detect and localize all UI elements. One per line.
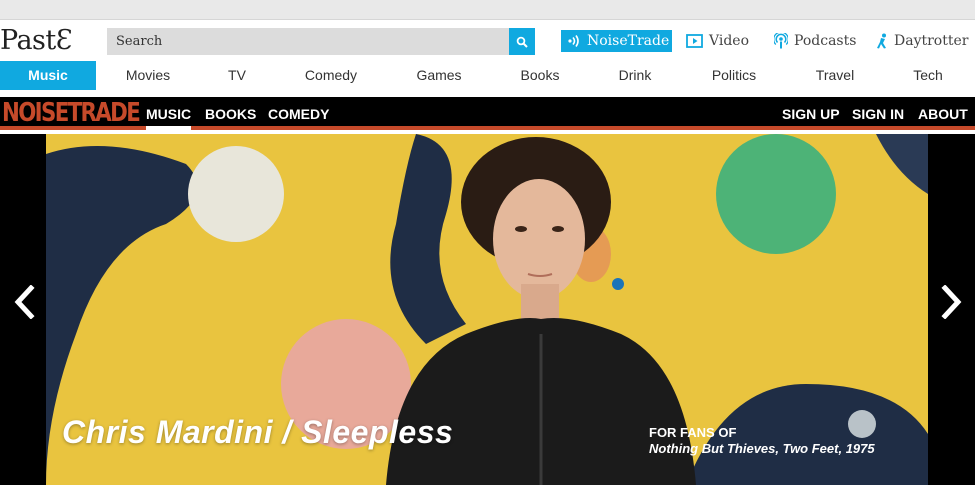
nav-item-music[interactable]: Music: [0, 61, 96, 90]
podcasts-link[interactable]: Podcasts: [774, 30, 856, 52]
about-link[interactable]: ABOUT: [918, 97, 968, 130]
nt-tab-music[interactable]: MUSIC: [146, 97, 192, 130]
nav-item-books[interactable]: Books: [510, 61, 570, 90]
podcasts-label: Podcasts: [794, 33, 857, 49]
daytrotter-icon: [876, 33, 888, 49]
fans-label: FOR FANS OF: [649, 425, 737, 440]
noisetrade-link[interactable]: NoiseTrade: [561, 30, 672, 52]
search-button[interactable]: [509, 28, 535, 55]
noisetrade-bar: NOISETRADE MUSIC BOOKS COMEDY SIGN UP SI…: [0, 97, 975, 130]
browser-chrome-strip: [0, 0, 975, 20]
paste-logo[interactable]: PastƐ: [0, 25, 73, 56]
nav-item-politics[interactable]: Politics: [700, 61, 768, 90]
noisetrade-label: NoiseTrade: [587, 33, 670, 49]
nav-item-comedy[interactable]: Comedy: [296, 61, 366, 90]
nav-item-tv[interactable]: TV: [214, 61, 260, 90]
carousel-next-button[interactable]: [938, 282, 964, 322]
main-nav: Music Movies TV Comedy Games Books Drink…: [0, 61, 975, 90]
nav-item-drink[interactable]: Drink: [608, 61, 662, 90]
nav-item-games[interactable]: Games: [405, 61, 473, 90]
site-header: PastƐ Search NoiseTrade Video Podcasts D…: [0, 20, 975, 60]
carousel-prev-button[interactable]: [12, 282, 38, 322]
hero-title[interactable]: Chris Mardini / Sleepless: [62, 414, 453, 451]
video-icon: [686, 34, 703, 48]
sign-up-link[interactable]: SIGN UP: [782, 97, 840, 130]
sign-in-link[interactable]: SIGN IN: [852, 97, 904, 130]
nav-item-movies[interactable]: Movies: [113, 61, 183, 90]
chevron-right-icon: [941, 285, 962, 319]
video-label: Video: [709, 33, 750, 49]
noisetrade-logo[interactable]: NOISETRADE: [2, 98, 141, 128]
hero-carousel: Chris Mardini / Sleepless FOR FANS OF No…: [0, 134, 975, 485]
search-icon: [516, 36, 528, 48]
fans-value: Nothing But Thieves, Two Feet, 1975: [649, 441, 875, 456]
daytrotter-link[interactable]: Daytrotter: [876, 30, 968, 52]
noisetrade-icon: [567, 34, 581, 48]
nav-item-tech[interactable]: Tech: [905, 61, 951, 90]
page-bottom: [0, 485, 975, 490]
search-input[interactable]: Search: [107, 28, 509, 55]
video-link[interactable]: Video: [686, 30, 749, 52]
nt-tab-comedy[interactable]: COMEDY: [268, 97, 329, 130]
nt-tab-books[interactable]: BOOKS: [205, 97, 256, 130]
nav-item-travel[interactable]: Travel: [806, 61, 864, 90]
podcast-icon: [774, 32, 788, 50]
daytrotter-label: Daytrotter: [894, 33, 969, 49]
chevron-left-icon: [14, 285, 35, 319]
